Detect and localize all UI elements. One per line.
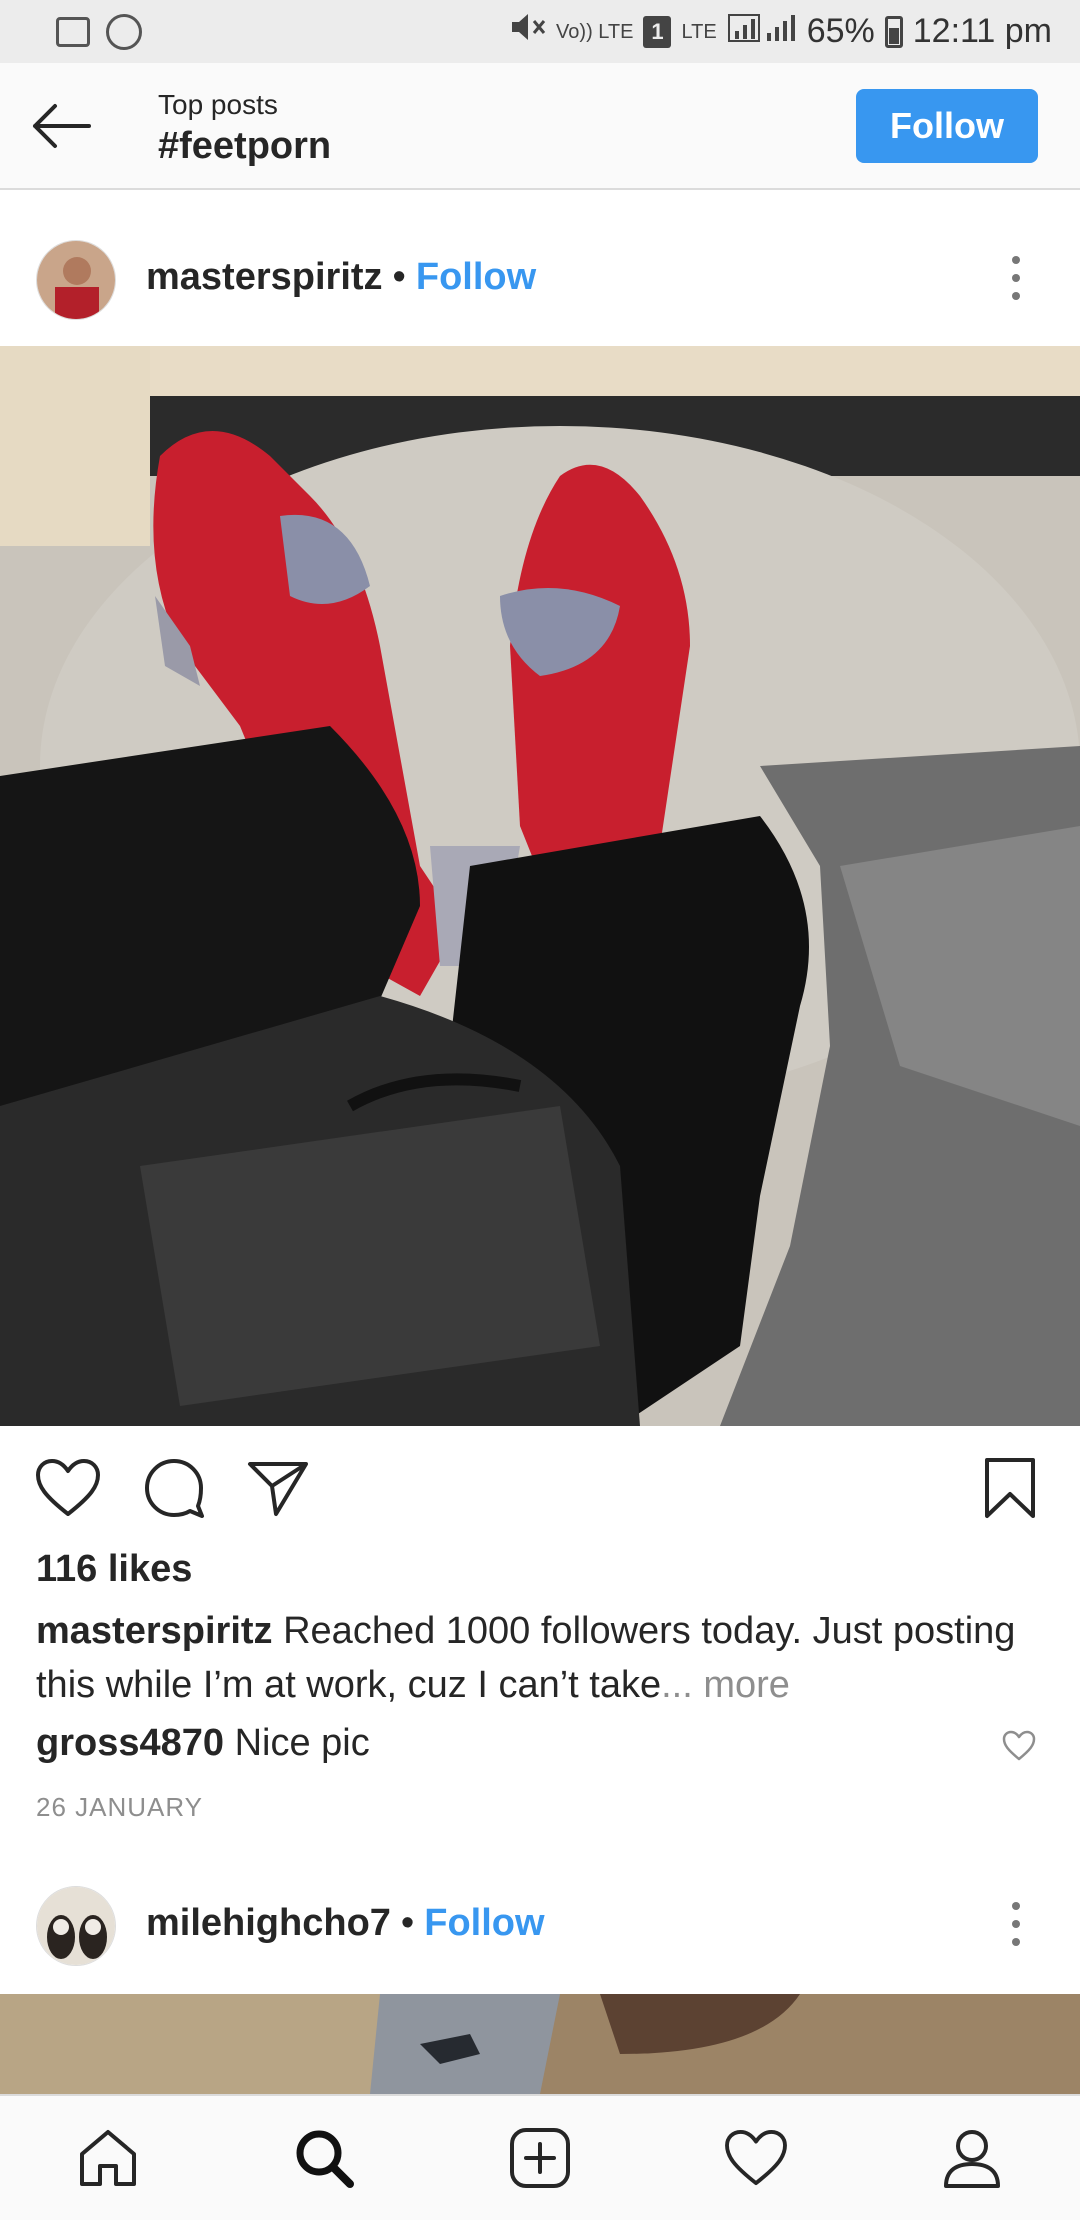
post-actions bbox=[0, 1426, 1080, 1546]
bookmark-icon bbox=[985, 1458, 1035, 1518]
comment-text: Nice pic bbox=[234, 1722, 370, 1764]
profile-icon bbox=[944, 2130, 1000, 2188]
header-subtitle: Top posts bbox=[158, 89, 278, 120]
post-caption: masterspiritz Reached 1000 followers tod… bbox=[36, 1604, 1036, 1712]
sim-badge: 1 bbox=[643, 15, 672, 48]
post-image[interactable] bbox=[0, 1994, 1080, 2094]
post-follow-button[interactable]: Follow bbox=[424, 1902, 544, 1945]
send-icon bbox=[248, 1462, 308, 1516]
add-post-icon bbox=[510, 2128, 570, 2188]
header-titles: Top posts #feetporn bbox=[158, 89, 331, 168]
hashtag-title: #feetporn bbox=[158, 125, 332, 167]
comment-like-button[interactable] bbox=[1002, 1730, 1038, 1766]
post-date: 26 JANUARY bbox=[36, 1792, 204, 1822]
separator-dot: • bbox=[392, 256, 406, 298]
post-image[interactable] bbox=[0, 346, 1080, 1426]
clock: 12:11 pm bbox=[912, 12, 1052, 50]
battery-percent: 65% bbox=[806, 12, 875, 50]
status-left bbox=[56, 13, 142, 50]
nav-profile[interactable] bbox=[932, 2118, 1012, 2198]
comment-username[interactable]: gross4870 bbox=[36, 1722, 224, 1764]
post-header: masterspiritz • Follow bbox=[0, 204, 1080, 354]
status-right: Vo)) LTE 1 LTE 65% 12:11 pm bbox=[510, 11, 1052, 52]
heart-icon bbox=[725, 2129, 787, 2186]
home-icon bbox=[80, 2130, 136, 2186]
more-options-button[interactable] bbox=[996, 1894, 1036, 1954]
mute-icon bbox=[510, 11, 546, 52]
signal-icon bbox=[727, 11, 797, 52]
caption-more-link[interactable]: ... more bbox=[661, 1664, 790, 1706]
battery-icon bbox=[884, 15, 903, 48]
share-button[interactable] bbox=[242, 1452, 314, 1524]
comment-icon bbox=[145, 1459, 204, 1518]
app-header: Top posts #feetporn Follow bbox=[0, 63, 1080, 190]
volte-label: Vo)) LTE bbox=[556, 20, 634, 43]
avatar[interactable] bbox=[36, 240, 116, 320]
post-username[interactable]: masterspiritz bbox=[146, 256, 383, 299]
small-heart-icon bbox=[1002, 1730, 1036, 1761]
avatar[interactable] bbox=[36, 1886, 116, 1966]
back-arrow-icon bbox=[33, 104, 91, 148]
follow-hashtag-button[interactable]: Follow bbox=[856, 89, 1038, 163]
gallery-notification-icon bbox=[56, 16, 90, 47]
caption-username[interactable]: masterspiritz bbox=[36, 1610, 273, 1652]
nav-new-post[interactable] bbox=[500, 2118, 580, 2198]
like-button[interactable] bbox=[32, 1452, 104, 1524]
comment-row: gross4870 Nice pic bbox=[36, 1722, 370, 1765]
post-header: milehighcho7 • Follow bbox=[0, 1850, 1080, 2000]
likes-count[interactable]: 116 likes bbox=[36, 1548, 192, 1591]
post-follow-button[interactable]: Follow bbox=[416, 256, 536, 299]
nav-search[interactable] bbox=[284, 2118, 364, 2198]
heart-icon bbox=[36, 1459, 100, 1516]
nav-activity[interactable] bbox=[716, 2118, 796, 2198]
whatsapp-notification-icon bbox=[106, 13, 142, 50]
post-user-line: milehighcho7 • Follow bbox=[146, 1902, 545, 1945]
save-button[interactable] bbox=[974, 1452, 1046, 1524]
bottom-navigation bbox=[0, 2094, 1080, 2220]
post-username[interactable]: milehighcho7 bbox=[146, 1902, 391, 1945]
more-options-button[interactable] bbox=[996, 248, 1036, 308]
back-button[interactable] bbox=[28, 93, 94, 159]
separator-dot: • bbox=[400, 1902, 415, 1944]
nav-home[interactable] bbox=[68, 2118, 148, 2198]
status-bar: Vo)) LTE 1 LTE 65% 12:11 pm bbox=[0, 0, 1080, 63]
post-user-line: masterspiritz • Follow bbox=[146, 256, 536, 299]
lte-label: LTE bbox=[681, 20, 717, 43]
comment-button[interactable] bbox=[138, 1452, 210, 1524]
search-icon bbox=[296, 2130, 354, 2188]
